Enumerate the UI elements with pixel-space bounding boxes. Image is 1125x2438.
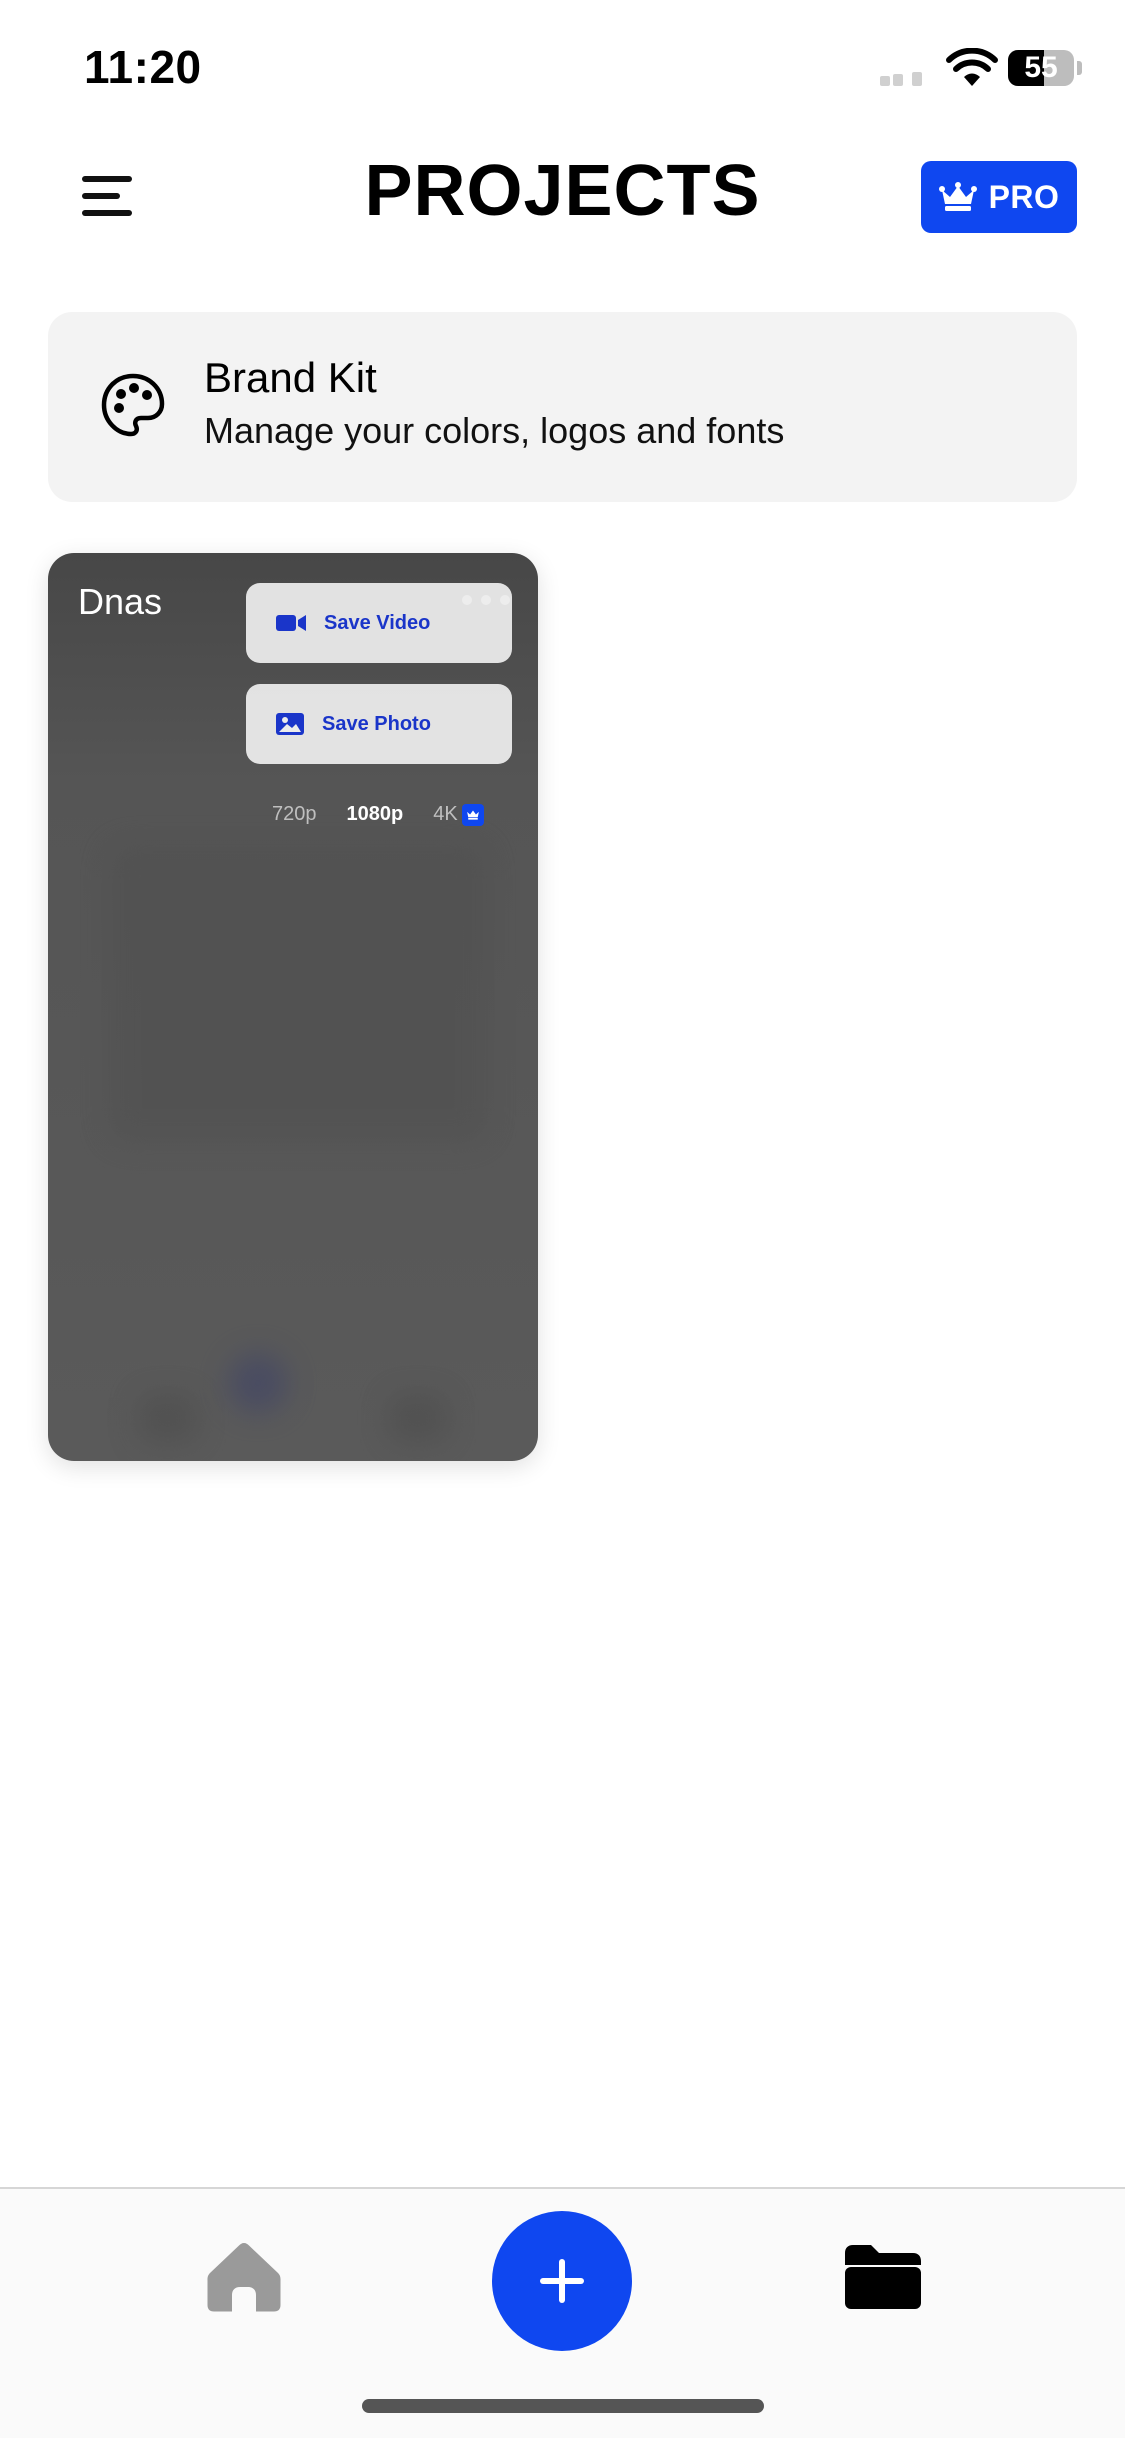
brand-kit-subtitle: Manage your colors, logos and fonts [204, 410, 785, 451]
tab-bar [0, 2187, 1125, 2438]
resolution-4k-label: 4K [433, 803, 458, 825]
save-photo-button[interactable]: Save Photo [246, 684, 512, 764]
project-name: Dnas [78, 581, 163, 622]
thumbnail-shape [138, 1393, 198, 1443]
palette-icon [101, 373, 165, 437]
cellular-signal-icon [880, 72, 922, 86]
video-camera-icon [276, 615, 306, 631]
thumbnail-shape [228, 1353, 288, 1413]
resolution-720p[interactable]: 720p [272, 803, 317, 826]
save-video-button[interactable]: Save Video [246, 583, 512, 663]
home-indicator [362, 2399, 764, 2413]
battery-icon: 55 [1008, 50, 1074, 86]
resolution-1080p[interactable]: 1080p [347, 803, 404, 826]
battery-percent: 55 [1024, 51, 1058, 84]
thumbnail-shape [388, 1393, 448, 1443]
status-time: 11:20 [84, 41, 202, 93]
add-project-button[interactable] [492, 2211, 632, 2351]
thumbnail-shape [108, 843, 488, 1143]
resolution-selector: 720p 1080p 4K [272, 803, 484, 826]
save-video-label: Save Video [324, 611, 431, 634]
resolution-4k[interactable]: 4K [433, 803, 484, 826]
brand-kit-card[interactable]: Brand Kit Manage your colors, logos and … [48, 312, 1077, 502]
brand-kit-title: Brand Kit [204, 354, 377, 401]
crown-icon [461, 803, 484, 826]
pro-button-label: PRO [988, 178, 1060, 215]
home-icon[interactable] [206, 2241, 282, 2313]
status-bar: 11:20 55 [0, 0, 1125, 140]
crown-icon [938, 182, 977, 211]
photo-icon [276, 713, 304, 735]
battery-nub [1077, 61, 1082, 75]
wifi-icon [946, 48, 998, 86]
save-photo-label: Save Photo [322, 712, 431, 735]
project-card[interactable]: Dnas Save Video Save Photo 720p 1080p 4K [48, 553, 538, 1461]
folder-icon[interactable] [845, 2245, 921, 2309]
add-icon [540, 2259, 584, 2303]
pro-button[interactable]: PRO [921, 161, 1077, 233]
